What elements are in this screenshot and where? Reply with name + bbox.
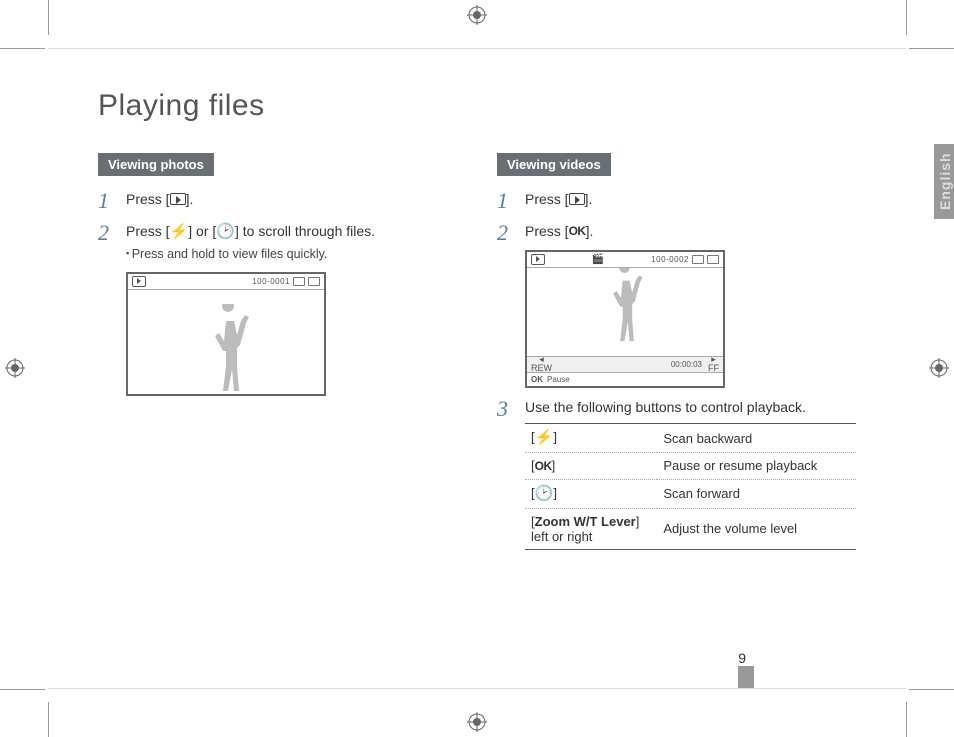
step-text: ]. (186, 191, 194, 207)
registration-mark-icon (467, 5, 487, 25)
step-sub-bullet: Press and hold to view files quickly. (126, 246, 457, 264)
column-videos: Viewing videos 1 Press []. 2 Press [OK]. (497, 153, 856, 560)
table-cell: Scan forward (657, 479, 856, 508)
playback-icon (569, 193, 585, 205)
table-row: [OK] Pause or resume playback (525, 453, 856, 480)
step-number: 3 (497, 398, 515, 420)
video-screenshot: 🎬 100-0002 (525, 250, 725, 388)
file-counter: 100-0002 (651, 255, 689, 264)
ok-label: OK (531, 375, 543, 384)
step-2-videos: 2 Press [OK]. 🎬 100-0002 (497, 222, 856, 388)
storage-icon (293, 277, 305, 286)
pause-label: Pause (547, 375, 570, 384)
step-text: Press [ (525, 223, 569, 239)
play-badge-icon (132, 276, 146, 287)
table-row: [🕑] Scan forward (525, 479, 856, 508)
table-row: [Zoom W/T Lever] left or right Adjust th… (525, 508, 856, 549)
page-tab-marker (738, 666, 754, 688)
page: English Playing files Viewing photos 1 P… (48, 48, 906, 689)
registration-mark-icon (5, 358, 25, 378)
page-title: Playing files (98, 89, 856, 123)
fast-forward-icon: ▸FF (708, 355, 719, 373)
play-badge-icon (531, 254, 545, 265)
step-text: Press [ (525, 191, 569, 207)
step-number: 1 (497, 190, 515, 212)
step-3-videos: 3 Use the following buttons to control p… (497, 398, 856, 550)
photo-screenshot: 100-0001 (126, 272, 326, 396)
page-number: 9 (738, 650, 746, 666)
step-number: 1 (98, 190, 116, 212)
table-row: [⚡] Scan backward (525, 424, 856, 453)
language-tab: English (934, 144, 954, 219)
ok-icon: OK (535, 459, 552, 473)
playback-icon (170, 193, 186, 205)
section-heading-videos: Viewing videos (497, 153, 611, 176)
flash-icon: ⚡ (535, 428, 554, 446)
timestamp: 00:00:03 (671, 360, 702, 369)
step-text: ]. (585, 191, 593, 207)
ok-icon: OK (569, 223, 586, 240)
step-number: 2 (98, 222, 116, 244)
person-silhouette (206, 304, 246, 394)
file-counter: 100-0001 (252, 277, 290, 286)
table-cell: Adjust the volume level (657, 508, 856, 549)
registration-mark-icon (467, 712, 487, 732)
step-1-videos: 1 Press []. (497, 190, 856, 212)
battery-icon (707, 255, 719, 264)
step-text: Use the following buttons to control pla… (525, 398, 856, 418)
step-text: Press [ (126, 191, 170, 207)
table-cell: Scan backward (657, 424, 856, 453)
step-text: Press [ (126, 223, 170, 239)
person-silhouette (605, 268, 645, 356)
timer-icon: 🕑 (535, 484, 554, 502)
rewind-icon: ◂REW (531, 355, 552, 373)
step-text: ] to scroll through files. (235, 223, 375, 239)
video-indicator-icon: 🎬 (592, 254, 605, 265)
table-cell: Pause or resume playback (657, 453, 856, 480)
control-table: [⚡] Scan backward [OK] Pause or resume p… (525, 423, 856, 550)
storage-icon (692, 255, 704, 264)
section-heading-photos: Viewing photos (98, 153, 214, 176)
step-1-photos: 1 Press []. (98, 190, 457, 212)
step-number: 2 (497, 222, 515, 244)
registration-mark-icon (929, 358, 949, 378)
flash-icon: ⚡ (170, 221, 189, 242)
step-2-photos: 2 Press [⚡] or [🕑] to scroll through fil… (98, 222, 457, 396)
timer-icon: 🕑 (216, 221, 235, 242)
step-text: ] or [ (188, 223, 216, 239)
column-photos: Viewing photos 1 Press []. 2 Press [⚡] o… (98, 153, 457, 560)
step-text: ]. (586, 223, 594, 239)
battery-icon (308, 277, 320, 286)
